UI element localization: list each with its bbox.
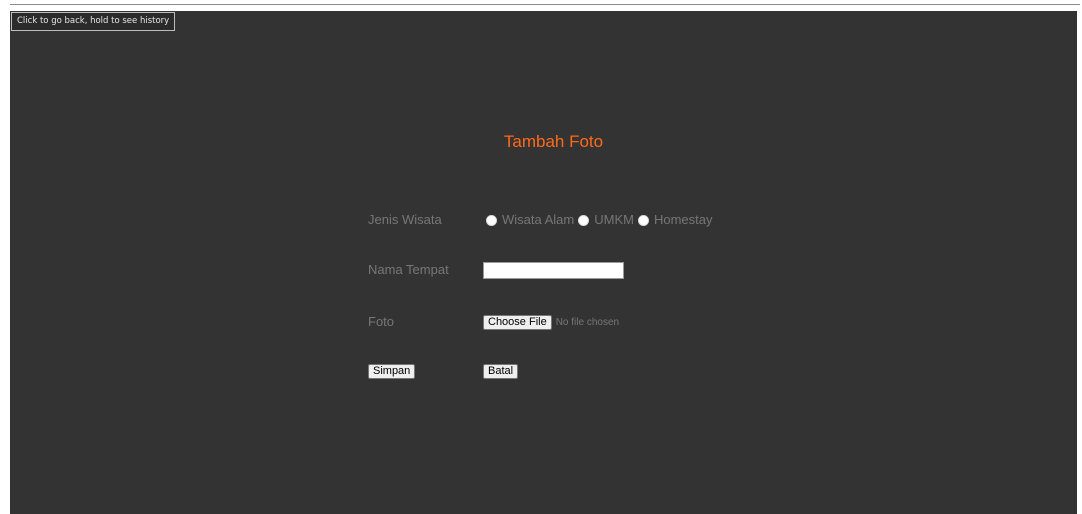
top-border <box>10 4 1080 5</box>
jenis-wisata-label: Jenis Wisata <box>368 212 442 227</box>
batal-button[interactable]: Batal <box>483 364 519 379</box>
back-button-tooltip: Click to go back, hold to see history <box>11 12 176 31</box>
foto-label: Foto <box>368 314 395 329</box>
page-title: Tambah Foto <box>503 132 604 151</box>
file-status-text: No file chosen <box>555 316 620 328</box>
radio-icon[interactable] <box>486 214 497 226</box>
nama-tempat-input[interactable] <box>483 262 624 279</box>
radio-label-homestay: Homestay <box>653 212 713 227</box>
radio-icon[interactable] <box>637 214 649 226</box>
radio-label-umkm: UMKM <box>594 212 634 227</box>
nama-tempat-label: Nama Tempat <box>368 262 449 277</box>
page-body: Tambah Foto Jenis Wisata Wisata Alam UMK… <box>10 11 1077 514</box>
radio-icon[interactable] <box>578 214 590 226</box>
radio-option-umkm[interactable]: UMKM <box>578 212 634 228</box>
radio-label-wisata-alam: Wisata Alam <box>502 212 575 227</box>
choose-file-button[interactable]: Choose File <box>483 314 552 330</box>
radio-option-wisata-alam[interactable]: Wisata Alam <box>486 212 574 228</box>
jenis-wisata-radio-group: Wisata Alam UMKM Homestay <box>486 212 717 228</box>
simpan-button[interactable]: Simpan <box>368 364 416 379</box>
radio-option-homestay[interactable]: Homestay <box>637 212 713 228</box>
foto-file-input: Choose File No file chosen <box>483 314 619 330</box>
